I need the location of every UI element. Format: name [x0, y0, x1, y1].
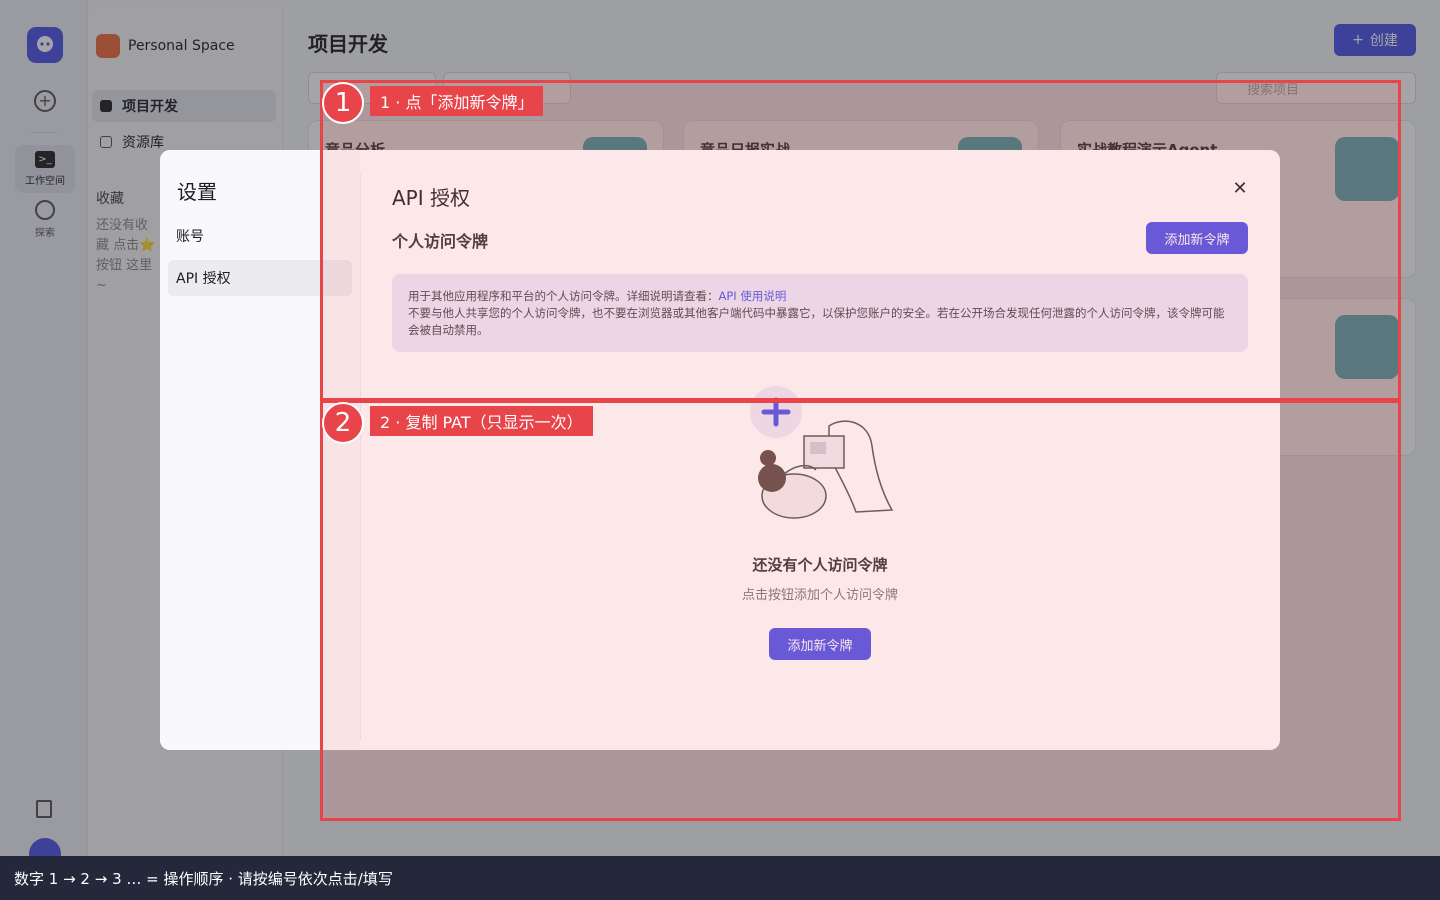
settings-title: 设置 — [177, 180, 217, 204]
annotation-label-1: 1 · 点「添加新令牌」 — [370, 86, 544, 116]
instruction-bar: 数字 1 → 2 → 3 … = 操作顺序 · 请按编号依次点击/填写 — [0, 856, 1440, 900]
annotation-box-1 — [320, 80, 1401, 401]
annotation-label-2: 2 · 复制 PAT（只显示一次） — [370, 406, 593, 436]
annotation-box-2 — [320, 400, 1401, 821]
annotation-number-2: 2 — [322, 402, 364, 444]
annotation-number-1: 1 — [322, 82, 364, 124]
